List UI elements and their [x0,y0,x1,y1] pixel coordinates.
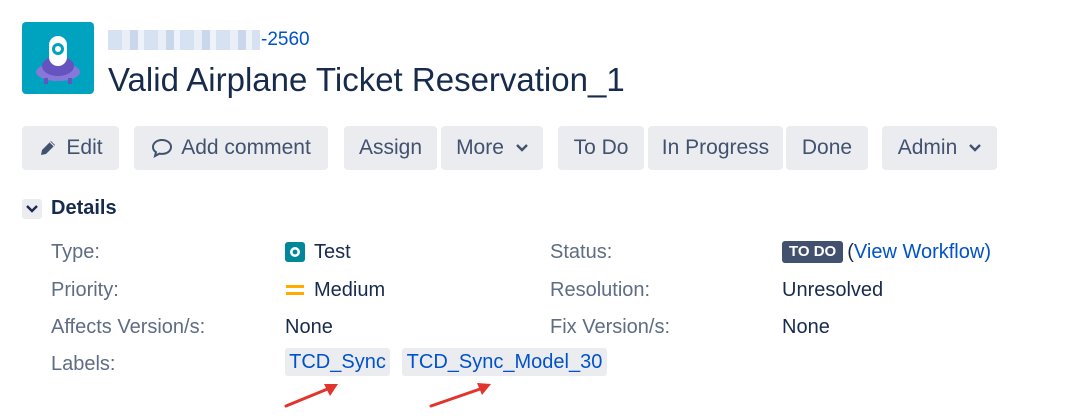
affects-version-label: Affects Version/s: [51,316,206,338]
type-value: Test [285,240,351,264]
in-progress-button[interactable]: In Progress [648,126,783,170]
in-progress-button-label: In Progress [661,136,770,159]
chevron-down-icon [969,144,982,152]
fix-version-value: None [782,316,830,338]
chevron-down-icon [516,144,528,152]
status-badge: TO DO [782,241,844,263]
details-section-toggle[interactable]: Details [22,197,117,220]
open-paren: ( [847,241,854,263]
done-button-label: Done [801,136,853,159]
test-issue-type-icon [285,242,305,262]
done-button[interactable]: Done [786,126,868,170]
annotation-arrow-icon [429,383,491,408]
details-heading: Details [51,197,117,219]
priority-value-text: Medium [314,279,386,301]
issue-key-suffix[interactable]: -2560 [261,29,310,51]
speech-bubble-icon [151,138,173,158]
pencil-icon [38,138,58,158]
edit-button[interactable]: Edit [22,126,119,170]
add-comment-button[interactable]: Add comment [134,126,328,170]
priority-value: Medium [285,278,385,302]
to-do-button[interactable]: To Do [558,126,644,170]
more-button-label: More [456,136,504,159]
resolution-label: Resolution: [550,279,651,301]
assign-button-label: Assign [358,136,423,159]
status-value: TO DO ( View Workflow ) [782,240,991,264]
status-label: Status: [550,241,613,263]
type-value-text: Test [314,241,351,263]
label-chip[interactable]: TCD_Sync [285,348,390,376]
add-comment-button-label: Add comment [181,136,311,159]
project-avatar-icon[interactable] [22,22,94,94]
annotation-arrow-icon [284,384,338,408]
edit-button-label: Edit [66,136,103,159]
close-paren: ) [984,241,991,263]
affects-version-value: None [285,316,333,338]
admin-dropdown-button[interactable]: Admin [882,126,997,170]
priority-label: Priority: [51,279,119,301]
type-label: Type: [51,241,100,263]
labels-label: Labels: [51,353,116,375]
label-chip[interactable]: TCD_Sync_Model_30 [402,348,607,376]
admin-button-label: Admin [897,136,958,159]
view-workflow-link[interactable]: View Workflow [854,240,984,264]
to-do-button-label: To Do [573,136,629,159]
medium-priority-icon [285,283,305,297]
chevron-down-icon [22,198,42,219]
issue-key-breadcrumb[interactable]: -2560 [108,28,310,52]
assign-button[interactable]: Assign [344,126,437,170]
resolution-value: Unresolved [782,279,884,301]
fix-version-label: Fix Version/s: [550,316,671,338]
redacted-project-key [108,30,260,50]
more-dropdown-button[interactable]: More [441,126,543,170]
issue-title[interactable]: Valid Airplane Ticket Reservation_1 [108,58,625,102]
